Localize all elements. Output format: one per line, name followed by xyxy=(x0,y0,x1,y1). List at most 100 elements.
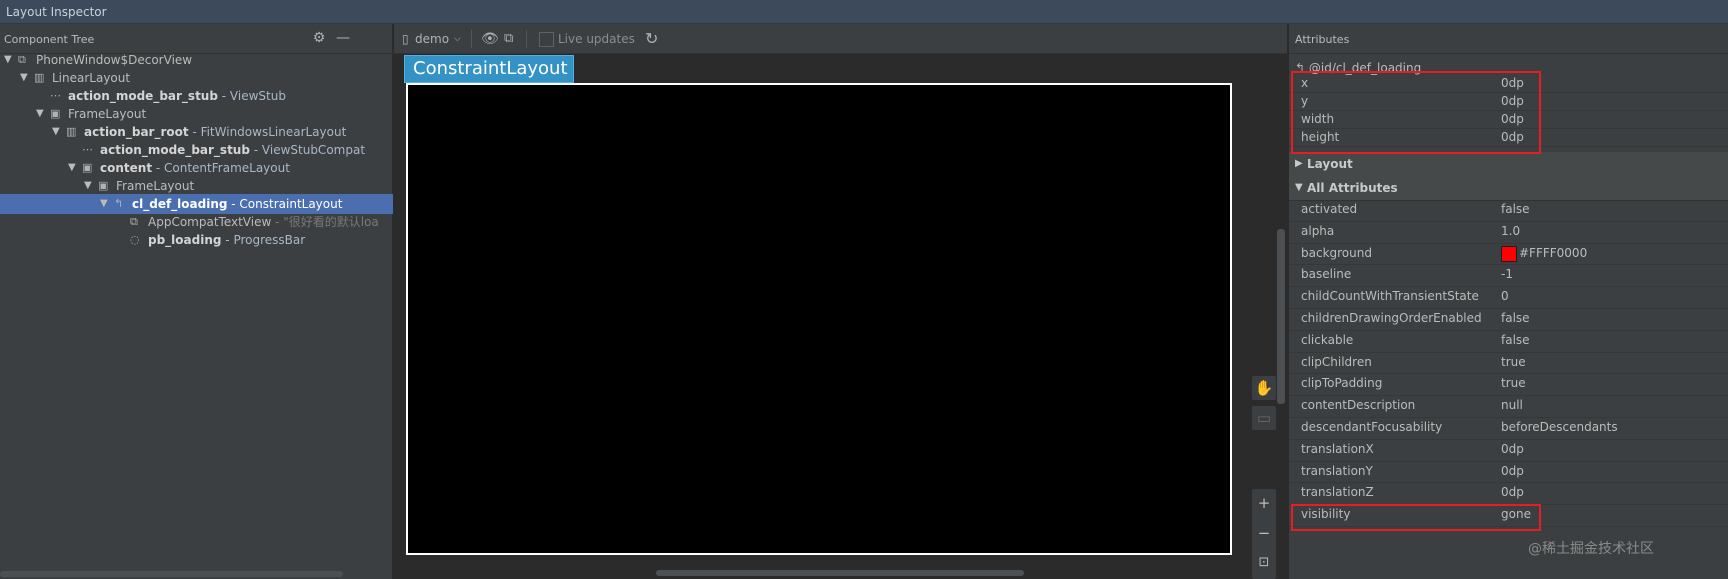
preview-horizontal-scrollbar[interactable] xyxy=(656,570,1024,576)
tree-row[interactable]: ▼ ⧉ PhoneWindow$DecorView xyxy=(0,50,393,70)
triangle-down-icon[interactable]: ▼ xyxy=(52,122,62,142)
tree-row[interactable]: ▼ ↰ cl_def_loading - ConstraintLayout xyxy=(0,194,393,214)
live-updates-checkbox[interactable] xyxy=(539,32,554,47)
tree-row-label: PhoneWindow$DecorView xyxy=(36,50,192,70)
refresh-icon[interactable]: ↻ xyxy=(645,31,658,47)
attribute-row-clipChildren[interactable]: clipChildren true xyxy=(1289,352,1728,375)
attribute-value[interactable]: 0dp xyxy=(1501,439,1524,461)
device-screen-preview[interactable] xyxy=(406,83,1232,555)
attribute-value[interactable]: false xyxy=(1501,308,1530,330)
attribute-row-contentDescription[interactable]: contentDescription null xyxy=(1289,395,1728,418)
attribute-value[interactable]: true xyxy=(1501,373,1526,395)
triangle-down-icon[interactable]: ▼ xyxy=(20,68,30,88)
attribute-value[interactable]: 0dp xyxy=(1501,110,1524,128)
attribute-row-descendantFocusability[interactable]: descendantFocusability beforeDescendants xyxy=(1289,417,1728,440)
attribute-value[interactable]: true xyxy=(1501,352,1526,374)
attribute-row-translationY[interactable]: translationY 0dp xyxy=(1289,461,1728,484)
tree-row[interactable]: ◌ pb_loading - ProgressBar xyxy=(0,230,393,250)
tree-row-label: FrameLayout xyxy=(116,176,194,196)
linear-layout-icon: ▥ xyxy=(34,71,45,84)
attribute-row-background[interactable]: background #FFFF0000 xyxy=(1289,243,1728,266)
attribute-row-alpha[interactable]: alpha 1.0 xyxy=(1289,221,1728,244)
attribute-value[interactable]: 0dp xyxy=(1501,461,1524,483)
triangle-down-icon[interactable]: ▼ xyxy=(68,158,78,178)
tree-row[interactable]: ▼ ▥ action_bar_root - FitWindowsLinearLayo… xyxy=(0,122,393,142)
tree-row[interactable]: ▼ ▥ LinearLayout xyxy=(0,68,393,88)
attribute-row-y[interactable]: y 0dp xyxy=(1289,92,1728,111)
attribute-row-width[interactable]: width 0dp xyxy=(1289,110,1728,129)
triangle-down-icon[interactable]: ▼ xyxy=(4,50,14,70)
attribute-name: alpha xyxy=(1301,223,1335,238)
tree-row[interactable]: ⧉ AppCompatTextView - "很好看的默认loa xyxy=(0,212,393,232)
tree-row-label: LinearLayout xyxy=(52,68,130,88)
attribute-value[interactable]: 1.0 xyxy=(1501,221,1520,243)
tree-row-id: AppCompatTextView xyxy=(148,215,272,229)
attribute-value[interactable]: null xyxy=(1501,395,1523,417)
attribute-row-baseline[interactable]: baseline -1 xyxy=(1289,264,1728,288)
triangle-down-icon[interactable]: ▼ xyxy=(100,194,110,214)
attribute-row-activated[interactable]: activated false xyxy=(1289,199,1728,222)
attribute-value[interactable]: gone xyxy=(1501,504,1531,526)
chevron-down-icon[interactable]: ⌵ xyxy=(454,31,461,47)
attribute-value[interactable]: -1 xyxy=(1501,264,1513,286)
minimize-icon[interactable]: — xyxy=(335,30,351,46)
attribute-value[interactable]: false xyxy=(1501,330,1530,352)
tree-row-label: AppCompatTextView - "很好看的默认loa xyxy=(148,212,379,232)
attribute-value[interactable]: 0dp xyxy=(1501,92,1524,110)
constraint-layout-icon: ↰ xyxy=(1295,61,1309,75)
tree-row-id: action_bar_root xyxy=(84,125,189,139)
attribute-row-visibility[interactable]: visibility gone xyxy=(1289,504,1728,527)
section-layout[interactable]: ▶ Layout xyxy=(1289,152,1728,177)
live-updates-label: Live updates xyxy=(558,32,635,46)
tree-row-id: cl_def_loading xyxy=(132,197,228,211)
tree-row[interactable]: ⋯ action_mode_bar_stub - ViewStubCompat xyxy=(0,140,393,160)
tree-row-label: action_mode_bar_stub - ViewStub xyxy=(68,86,286,106)
color-swatch xyxy=(1501,246,1517,263)
pan-hand-icon[interactable]: ✋ xyxy=(1252,376,1276,400)
tree-row[interactable]: ⋯ action_mode_bar_stub - ViewStub xyxy=(0,86,393,106)
tree-horizontal-scrollbar[interactable] xyxy=(0,571,343,577)
process-selector[interactable]: demo xyxy=(415,31,449,47)
tree-row-text-preview: - "很好看的默认loa xyxy=(271,215,379,229)
gear-icon[interactable]: ⚙ xyxy=(311,30,327,46)
attribute-row-translationZ[interactable]: translationZ 0dp xyxy=(1289,482,1728,506)
attribute-row-translationX[interactable]: translationX 0dp xyxy=(1289,439,1728,462)
frame-layout-icon: ▣ xyxy=(50,107,61,120)
snapshot-icon[interactable]: ⧉ xyxy=(504,31,513,47)
tree-row[interactable]: ▼ ▣ content - ContentFrameLayout xyxy=(0,158,393,178)
attribute-name: width xyxy=(1301,112,1335,126)
eye-icon[interactable]: 👁 xyxy=(481,31,499,47)
triangle-down-icon[interactable]: ▼ xyxy=(84,176,94,196)
zoom-out-icon[interactable]: − xyxy=(1252,521,1276,545)
component-tree-panel: Component Tree ⚙ — ▼ ⧉ PhoneWindow$DecorVi… xyxy=(0,24,393,579)
tree-row[interactable]: ▼ ▣ FrameLayout xyxy=(0,176,393,196)
tree-row[interactable]: ▼ ▣ FrameLayout xyxy=(0,104,393,124)
preview-vertical-scrollbar[interactable] xyxy=(1277,229,1285,404)
attribute-name: clipChildren xyxy=(1301,354,1372,369)
fit-screen-icon[interactable]: ⊡ xyxy=(1252,551,1276,575)
attribute-value[interactable]: beforeDescendants xyxy=(1501,417,1618,439)
attribute-row-clickable[interactable]: clickable false xyxy=(1289,330,1728,353)
zoom-in-icon[interactable]: + xyxy=(1252,491,1276,515)
attribute-row-height[interactable]: height 0dp xyxy=(1289,128,1728,147)
decor-view-icon: ⧉ xyxy=(18,53,26,66)
layers-icon[interactable]: ▭ xyxy=(1252,406,1276,430)
attribute-row-clipToPadding[interactable]: clipToPadding true xyxy=(1289,373,1728,397)
attribute-row-childCountWithTransientState[interactable]: childCountWithTransientState 0 xyxy=(1289,286,1728,309)
attribute-value[interactable]: 0dp xyxy=(1501,482,1524,504)
triangle-down-icon: ▼ xyxy=(1295,182,1303,193)
tree-row-label: pb_loading - ProgressBar xyxy=(148,230,305,250)
attribute-name: height xyxy=(1301,130,1340,144)
triangle-down-icon[interactable]: ▼ xyxy=(36,104,46,124)
attribute-value[interactable]: 0dp xyxy=(1501,128,1524,146)
attribute-row-childrenDrawingOrderEnabled[interactable]: childrenDrawingOrderEnabled false xyxy=(1289,308,1728,331)
attribute-value[interactable]: #FFFF0000 xyxy=(1519,243,1587,265)
tree-row-class: - ProgressBar xyxy=(221,233,306,247)
attribute-value[interactable]: 0 xyxy=(1501,286,1509,308)
tree-row-class: - FitWindowsLinearLayout xyxy=(188,125,347,139)
attribute-row-x[interactable]: x 0dp xyxy=(1289,74,1728,93)
attribute-value[interactable]: false xyxy=(1501,199,1530,221)
section-all-attributes[interactable]: ▼ All Attributes xyxy=(1289,176,1728,201)
attribute-value[interactable]: 0dp xyxy=(1501,74,1524,92)
tree-row-label: FrameLayout xyxy=(68,104,146,124)
